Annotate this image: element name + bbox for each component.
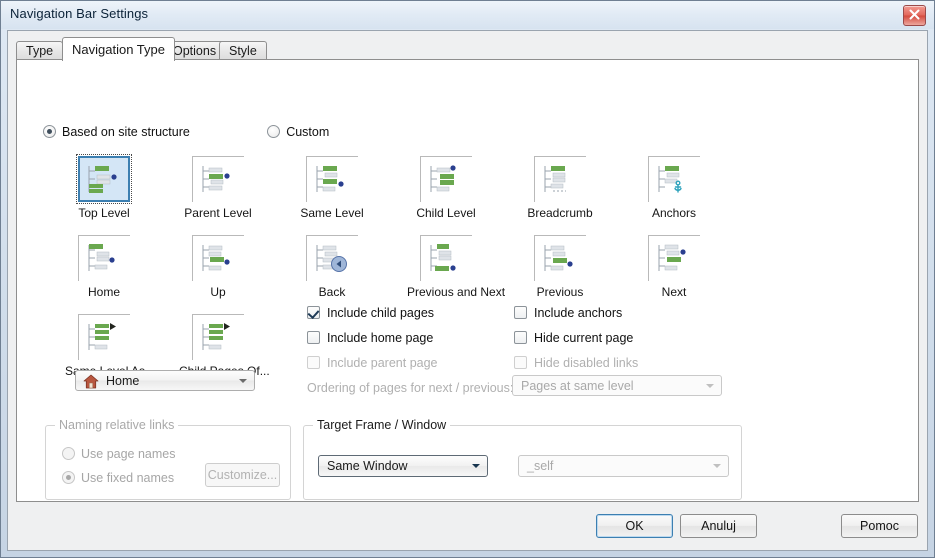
chevron-down-icon (706, 384, 714, 388)
nav-type-label: Child Level (416, 206, 476, 220)
cancel-button[interactable]: Anuluj (680, 514, 757, 538)
ordering-value: Pages at same level (521, 379, 634, 393)
nav-type-breadcrumb[interactable]: Breadcrumb (521, 156, 599, 220)
chevron-down-icon (713, 464, 721, 468)
page-select-combo[interactable]: Home (75, 370, 255, 391)
nav-type-same-level[interactable]: Same Level (293, 156, 371, 220)
dialog-client-area: Type Navigation Type Options Style Based… (7, 30, 928, 551)
nav-type-label: Anchors (651, 206, 697, 220)
radio-based-on-site-structure[interactable]: Based on site structure (43, 125, 190, 139)
tree-next-icon (648, 235, 700, 281)
chevron-down-icon (472, 464, 480, 468)
nav-type-anchors[interactable]: Anchors (635, 156, 713, 220)
nav-type-next[interactable]: Next (635, 235, 713, 299)
ordering-combo: Pages at same level (512, 375, 722, 396)
tree-child-level-icon (420, 156, 472, 202)
tree-child-pages-of-icon (192, 314, 244, 360)
tree-back-icon (306, 235, 358, 281)
checkbox-hide-disabled-links: Hide disabled links (514, 356, 638, 370)
page-select-value: Home (106, 374, 140, 388)
nav-type-label: Breadcrumb (527, 206, 593, 220)
help-button[interactable]: Pomoc (841, 514, 918, 538)
checkbox-hide-current-page[interactable]: Hide current page (514, 331, 633, 345)
nav-type-child-level[interactable]: Child Level (407, 156, 485, 220)
nav-type-label: Parent Level (184, 206, 252, 220)
tab-type[interactable]: Type (16, 41, 64, 60)
target-frame-combo: _self (518, 455, 729, 477)
home-house-icon (83, 374, 99, 389)
nav-type-same-level-as[interactable]: Same Level As... (65, 314, 155, 378)
tree-top-level-icon (76, 154, 132, 204)
tree-anchors-icon (648, 156, 700, 202)
tree-same-level-as-icon (78, 314, 130, 360)
tree-previous-next-icon (420, 235, 472, 281)
radio-use-page-names: Use page names (62, 447, 176, 461)
ok-button[interactable]: OK (596, 514, 673, 538)
nav-type-label: Home (87, 285, 120, 299)
source-mode-group: Based on site structure Custom (43, 125, 329, 139)
target-frame-group: Target Frame / Window Same Window _self (303, 418, 742, 500)
ordering-label: Ordering of pages for next / previous: (307, 381, 514, 395)
tree-previous-icon (534, 235, 586, 281)
target-frame-value: _self (527, 459, 554, 473)
naming-relative-links-group: Naming relative links Use page names Use… (45, 418, 291, 500)
customize-button: Customize... (205, 463, 280, 487)
tree-parent-level-icon (192, 156, 244, 202)
checkbox-include-home-page[interactable]: Include home page (307, 331, 433, 345)
chevron-down-icon (239, 379, 247, 383)
dialog-window: Navigation Bar Settings Type Navigation … (0, 0, 935, 558)
radio-custom[interactable]: Custom (267, 125, 329, 139)
nav-type-label: Same Level (300, 206, 364, 220)
tab-navigation-type[interactable]: Navigation Type (62, 37, 175, 61)
nav-type-label: Up (210, 285, 226, 299)
target-window-value: Same Window (327, 459, 408, 473)
target-window-combo[interactable]: Same Window (318, 455, 488, 477)
tree-home-icon (78, 235, 130, 281)
tab-style[interactable]: Style (219, 41, 267, 60)
nav-type-label: Previous and Next (407, 285, 506, 299)
tree-up-icon (192, 235, 244, 281)
nav-type-child-pages-of[interactable]: Child Pages Of... (179, 314, 270, 378)
nav-type-home[interactable]: Home (65, 235, 143, 299)
checkbox-include-child-pages[interactable]: Include child pages (307, 306, 434, 320)
nav-type-label: Back (318, 285, 346, 299)
target-group-title: Target Frame / Window (313, 418, 451, 432)
tree-breadcrumb-icon (534, 156, 586, 202)
nav-type-top-level[interactable]: Top Level (65, 154, 143, 220)
tree-same-level-icon (306, 156, 358, 202)
nav-type-previous-and-next[interactable]: Previous and Next (407, 235, 506, 299)
naming-group-title: Naming relative links (55, 418, 179, 432)
nav-type-label: Next (661, 285, 687, 299)
nav-type-label: Previous (536, 285, 584, 299)
nav-type-back[interactable]: Back (293, 235, 371, 299)
title-bar: Navigation Bar Settings (1, 1, 934, 29)
close-icon[interactable] (903, 5, 926, 26)
tab-panel-navigation-type: Based on site structure Custom Top Level… (16, 59, 919, 502)
window-title: Navigation Bar Settings (10, 6, 149, 21)
nav-type-label: Top Level (78, 206, 130, 220)
checkbox-include-parent-page: Include parent page (307, 356, 438, 370)
checkbox-include-anchors[interactable]: Include anchors (514, 306, 622, 320)
nav-type-parent-level[interactable]: Parent Level (179, 156, 257, 220)
radio-use-fixed-names: Use fixed names (62, 471, 174, 485)
nav-type-up[interactable]: Up (179, 235, 257, 299)
nav-type-previous[interactable]: Previous (521, 235, 599, 299)
close-glyph (909, 9, 920, 20)
